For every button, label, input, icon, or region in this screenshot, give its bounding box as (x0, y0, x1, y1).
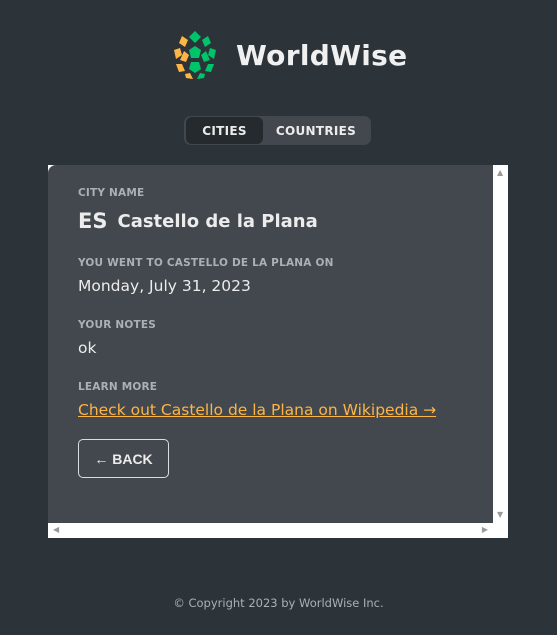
country-flag: ES (78, 209, 108, 233)
scroll-right-icon[interactable]: ▶ (482, 526, 488, 534)
city-detail-panel: City name ES Castello de la Plana You we… (48, 165, 493, 523)
visited-date: Monday, July 31, 2023 (78, 277, 251, 295)
tab-countries[interactable]: COUNTRIES (263, 117, 369, 144)
city-name-label: City name (78, 187, 145, 199)
learn-more-label: Learn more (78, 381, 158, 393)
visited-date-label: You went to Castello de la Plana on (78, 257, 334, 269)
tab-switcher: CITIES COUNTRIES (184, 116, 371, 145)
notes-text: ok (78, 339, 97, 357)
city-heading: ES Castello de la Plana (78, 209, 463, 233)
scroll-down-icon[interactable]: ▼ (497, 511, 503, 519)
app-logo[interactable]: WorldWise (168, 28, 407, 82)
back-button[interactable]: ← BACK (78, 439, 169, 478)
scroll-left-icon[interactable]: ◀ (53, 526, 59, 534)
tab-cities[interactable]: CITIES (186, 117, 263, 144)
city-detail-container: City name ES Castello de la Plana You we… (48, 165, 508, 538)
city-name: Castello de la Plana (117, 210, 318, 232)
app-name: WorldWise (236, 38, 408, 72)
wikipedia-link[interactable]: Check out Castello de la Plana on Wikipe… (78, 401, 436, 419)
globe-logo-icon (169, 29, 221, 81)
notes-label: Your notes (78, 319, 157, 331)
copyright-footer: © Copyright 2023 by WorldWise Inc. (173, 596, 384, 610)
vertical-scrollbar[interactable]: ▲ ▼ (493, 165, 508, 523)
horizontal-scrollbar[interactable]: ◀ ▶ (48, 523, 493, 538)
scroll-up-icon[interactable]: ▲ (497, 169, 503, 177)
